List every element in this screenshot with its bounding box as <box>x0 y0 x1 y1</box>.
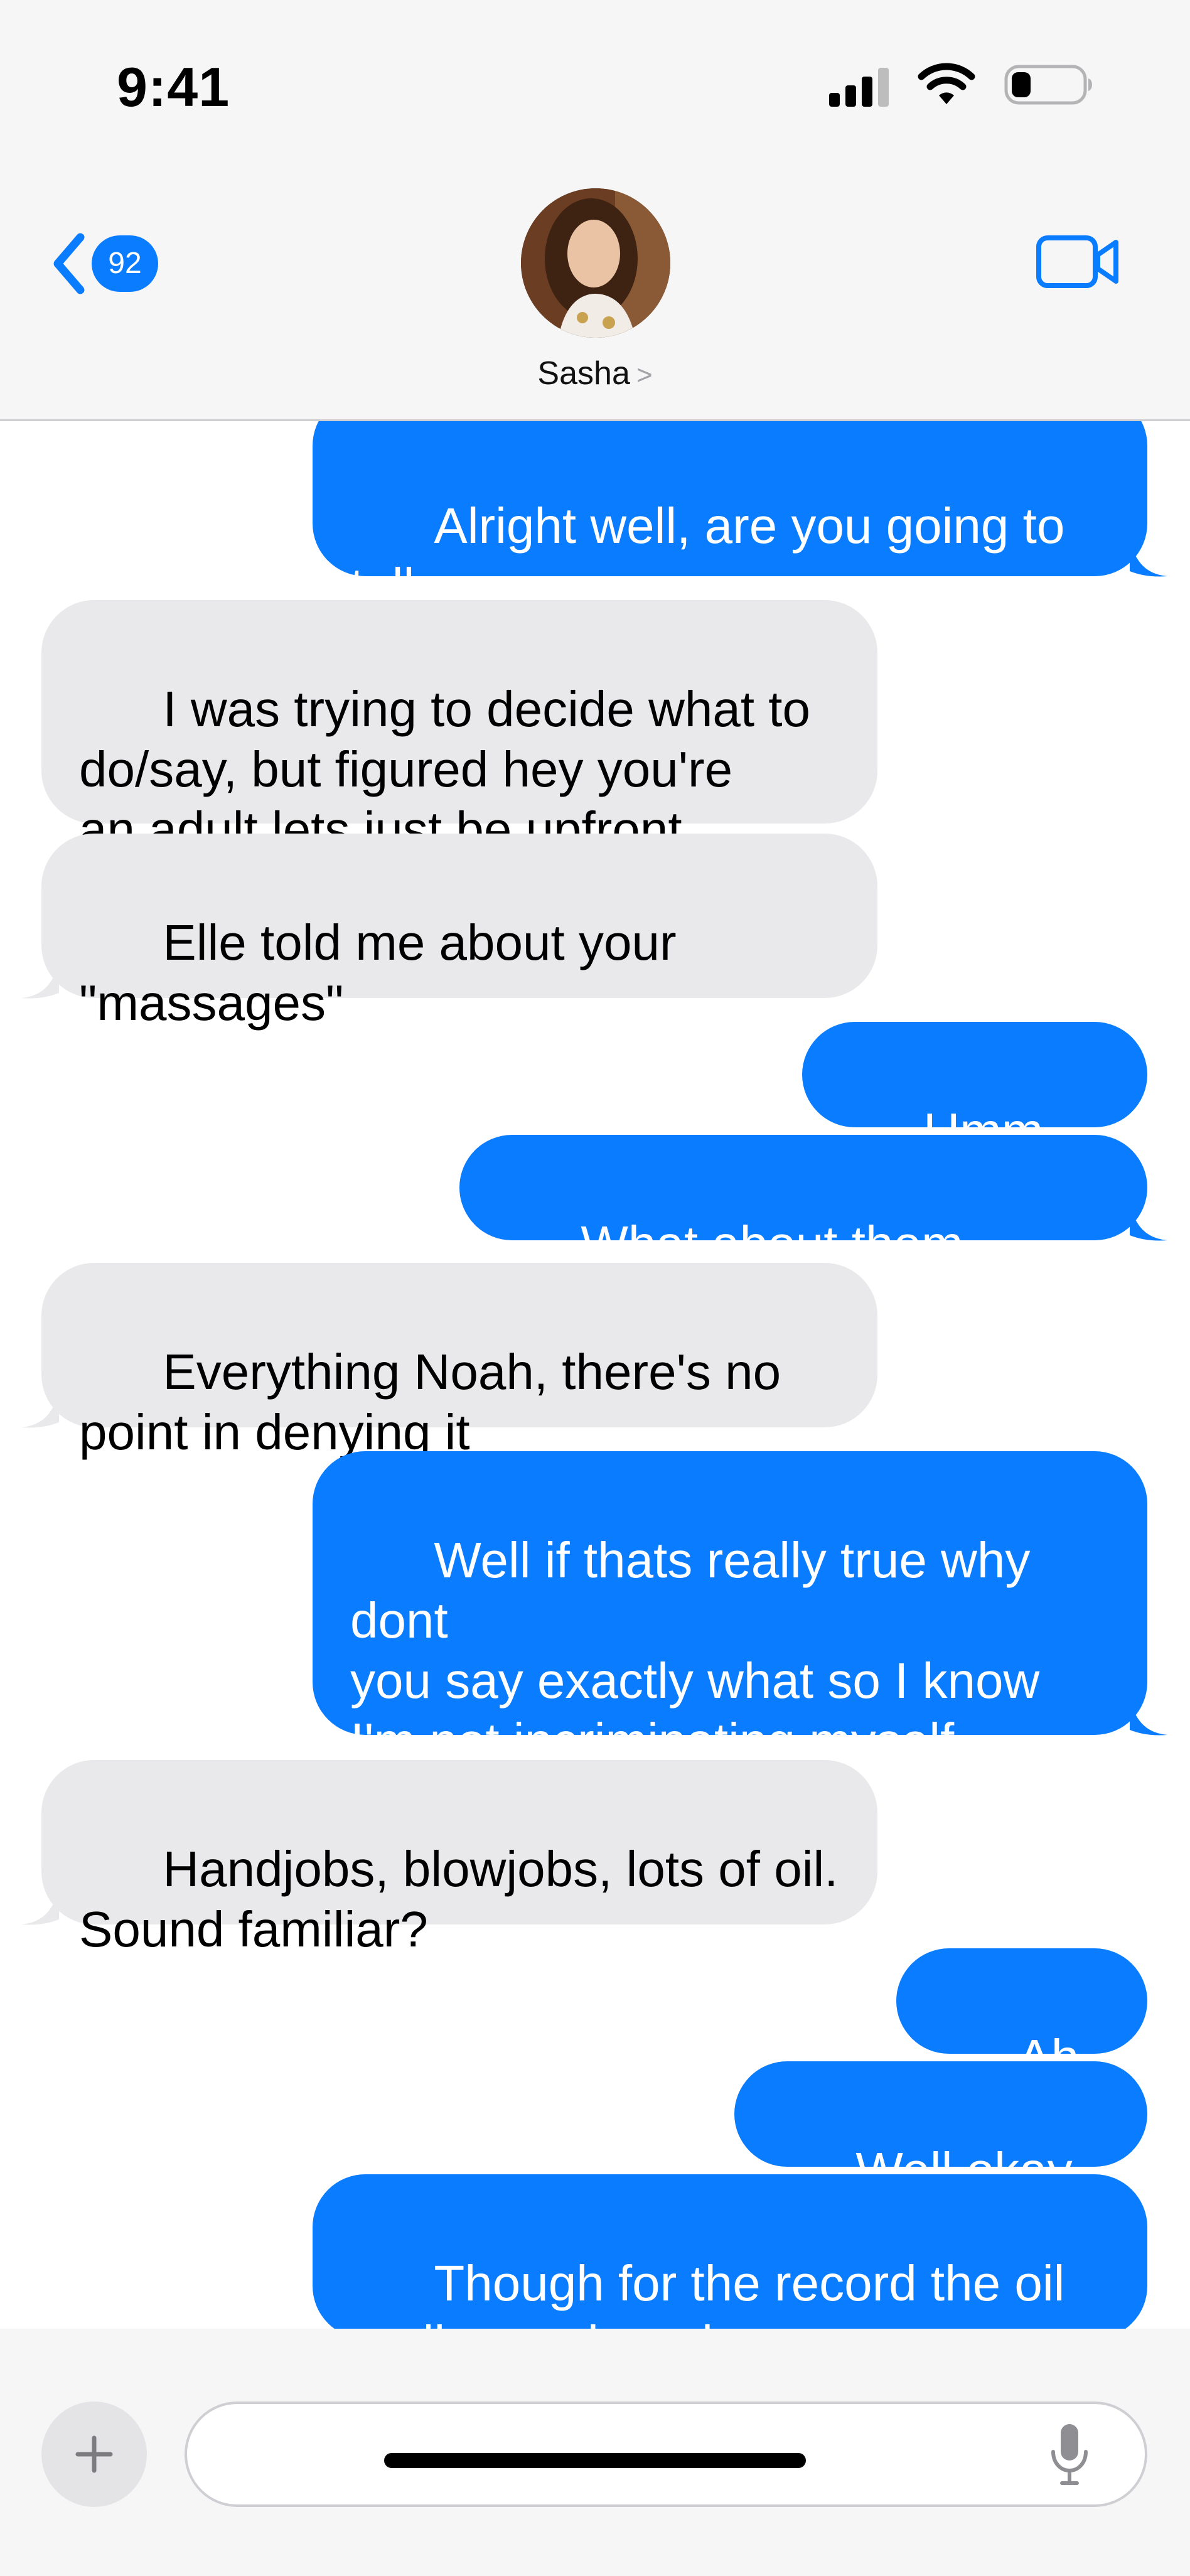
bubble-tail-icon <box>1130 1204 1167 1241</box>
bubble-tail-icon <box>1130 540 1167 577</box>
message-bubble-sent[interactable]: Umm okay? <box>802 1022 1147 1219</box>
message-bubble-sent[interactable]: Well okay then <box>734 2061 1147 2258</box>
message-bubble-received[interactable]: I was trying to decide what to do/say, b… <box>41 600 877 857</box>
dictation-button[interactable] <box>1049 2422 1090 2490</box>
message-text: Though for the record the oil really was… <box>350 2255 1065 2329</box>
contact-name-button[interactable]: Sasha > <box>0 355 1190 392</box>
back-button[interactable]: 92 <box>50 232 158 295</box>
chevron-right-icon: > <box>636 360 653 390</box>
bubble-tail-icon <box>21 1391 59 1428</box>
contact-name: Sasha <box>537 355 630 392</box>
message-text: Everything Noah, there's no point in den… <box>79 1344 781 1460</box>
message-bubble-received[interactable]: Handjobs, blowjobs, lots of oil. Sound f… <box>21 1760 877 1957</box>
video-camera-icon <box>1036 235 1118 288</box>
message-text: Elle told me about your "massages" <box>79 915 677 1031</box>
cellular-signal-icon <box>829 67 889 107</box>
contact-photo <box>521 188 670 338</box>
message-bubble-sent[interactable]: Well if thats really true why dont you s… <box>313 1451 1167 1829</box>
message-text: I was trying to decide what to do/say, b… <box>79 681 810 857</box>
apps-plus-button[interactable] <box>41 2402 147 2507</box>
message-bubble-received[interactable]: Elle told me about your "massages" <box>21 834 877 1031</box>
status-icons <box>829 63 1096 107</box>
plus-icon <box>75 2435 113 2473</box>
message-bubble-received[interactable]: Everything Noah, there's no point in den… <box>21 1263 877 1460</box>
bubble-tail-icon <box>21 1888 59 1925</box>
chevron-left-icon <box>53 233 85 294</box>
message-bubble-sent[interactable]: What about them exactly? <box>459 1135 1167 1332</box>
message-text: Handjobs, blowjobs, lots of oil. Sound f… <box>79 1841 839 1957</box>
conversation-header: 9:41 92 Sasha > <box>0 0 1190 421</box>
message-bubble-sent[interactable]: Though for the record the oil really was… <box>313 2174 1147 2329</box>
bubble-tail-icon <box>1130 1699 1167 1736</box>
unread-count-badge: 92 <box>92 235 158 292</box>
message-bubble-sent[interactable]: Ah fuck <box>896 1948 1147 2145</box>
bubble-tail-icon <box>21 962 59 999</box>
battery-icon <box>1004 65 1092 105</box>
message-composer <box>0 2329 1190 2576</box>
wifi-icon <box>918 63 975 104</box>
microphone-icon <box>1051 2424 1088 2485</box>
home-indicator[interactable] <box>384 2453 806 2468</box>
status-time: 9:41 <box>117 56 230 118</box>
messages-screen: Alright well, are you going to tell me m… <box>0 0 1190 2576</box>
video-call-button[interactable] <box>1036 233 1121 293</box>
avatar[interactable] <box>521 188 670 338</box>
